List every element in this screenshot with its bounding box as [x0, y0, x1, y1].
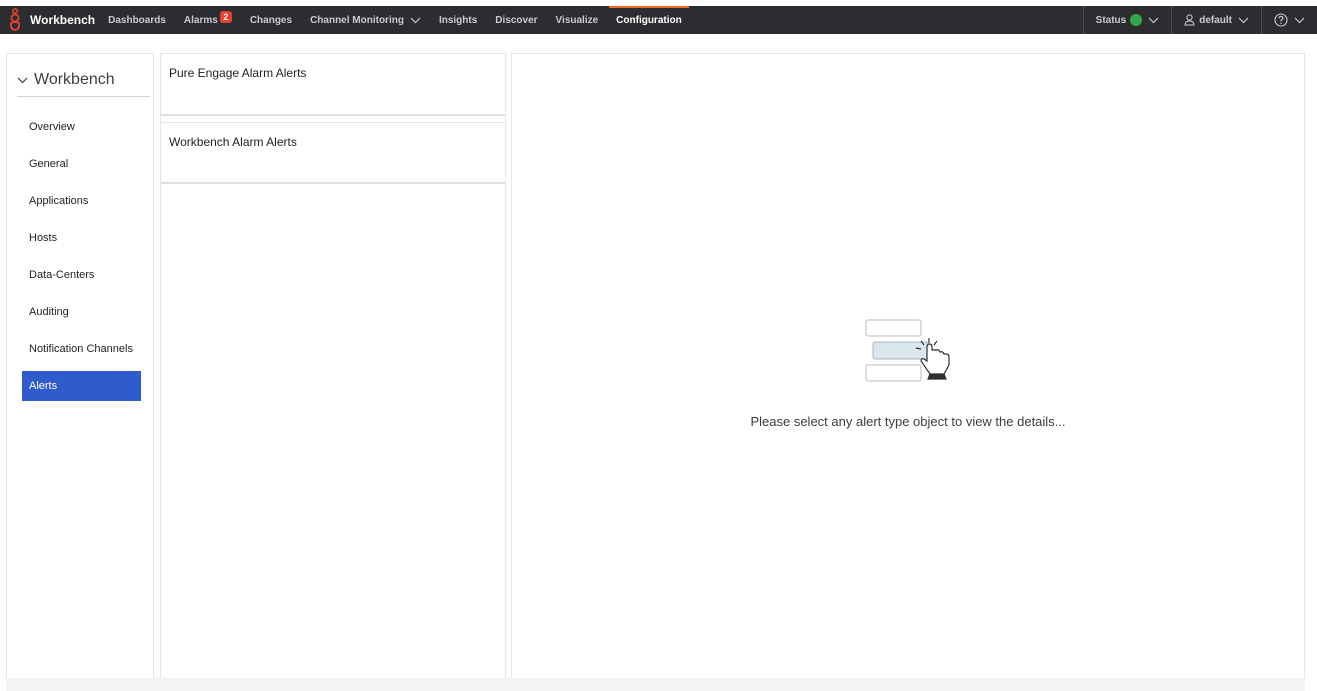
sidebar-item-alerts[interactable]: Alerts [22, 371, 141, 401]
nav-insights[interactable]: Insights [430, 6, 486, 34]
chevron-down-icon [1238, 17, 1249, 24]
nav-alarms[interactable]: Alarms 2 [175, 6, 241, 34]
sidebar-item-data-centers[interactable]: Data-Centers [22, 260, 141, 290]
alert-type-workbench[interactable]: Workbench Alarm Alerts [161, 122, 505, 184]
nav-configuration[interactable]: Configuration [607, 6, 691, 34]
chevron-down-icon [1294, 17, 1305, 24]
sidebar-item-general[interactable]: General [22, 149, 141, 179]
config-sidebar: Workbench Overview General Applications … [6, 53, 154, 691]
alert-type-pure-engage[interactable]: Pure Engage Alarm Alerts [161, 54, 505, 116]
genesys-logo-icon[interactable] [4, 6, 26, 34]
sidebar-title: Workbench [34, 71, 115, 88]
empty-state-message: Please select any alert type object to v… [750, 414, 1066, 429]
select-item-illustration-icon [864, 319, 956, 385]
chevron-down-icon [410, 17, 421, 24]
status-ok-icon [1130, 14, 1143, 26]
sidebar-item-hosts[interactable]: Hosts [22, 223, 141, 253]
sidebar-item-overview[interactable]: Overview [22, 112, 141, 142]
sidebar-item-applications[interactable]: Applications [22, 186, 141, 216]
sidebar-item-auditing[interactable]: Auditing [22, 297, 141, 327]
status-menu[interactable]: Status [1082, 6, 1172, 34]
top-nav-bar: Workbench Dashboards Alarms 2 Changes Ch… [0, 6, 1317, 34]
chevron-down-icon [17, 77, 28, 84]
bottom-scroll-area [6, 678, 1305, 691]
alarms-count-badge: 2 [219, 11, 232, 23]
nav-channel-monitoring[interactable]: Channel Monitoring [301, 6, 430, 34]
sidebar-item-notification-channels[interactable]: Notification Channels [22, 334, 141, 364]
nav-dashboards[interactable]: Dashboards [99, 6, 175, 34]
user-menu[interactable]: default [1171, 6, 1261, 34]
alert-details-pane: Please select any alert type object to v… [511, 53, 1305, 691]
help-menu[interactable] [1261, 6, 1317, 34]
nav-visualize[interactable]: Visualize [547, 6, 608, 34]
user-icon [1184, 14, 1195, 26]
alert-types-list: Pure Engage Alarm Alerts Workbench Alarm… [160, 53, 506, 691]
top-nav-right: Status default [1082, 6, 1317, 34]
help-icon [1274, 13, 1288, 27]
chevron-down-icon [1148, 17, 1159, 24]
workbench-section-toggle[interactable]: Workbench [17, 64, 150, 97]
nav-changes[interactable]: Changes [241, 6, 301, 34]
brand-title[interactable]: Workbench [30, 13, 95, 27]
nav-discover[interactable]: Discover [486, 6, 546, 34]
